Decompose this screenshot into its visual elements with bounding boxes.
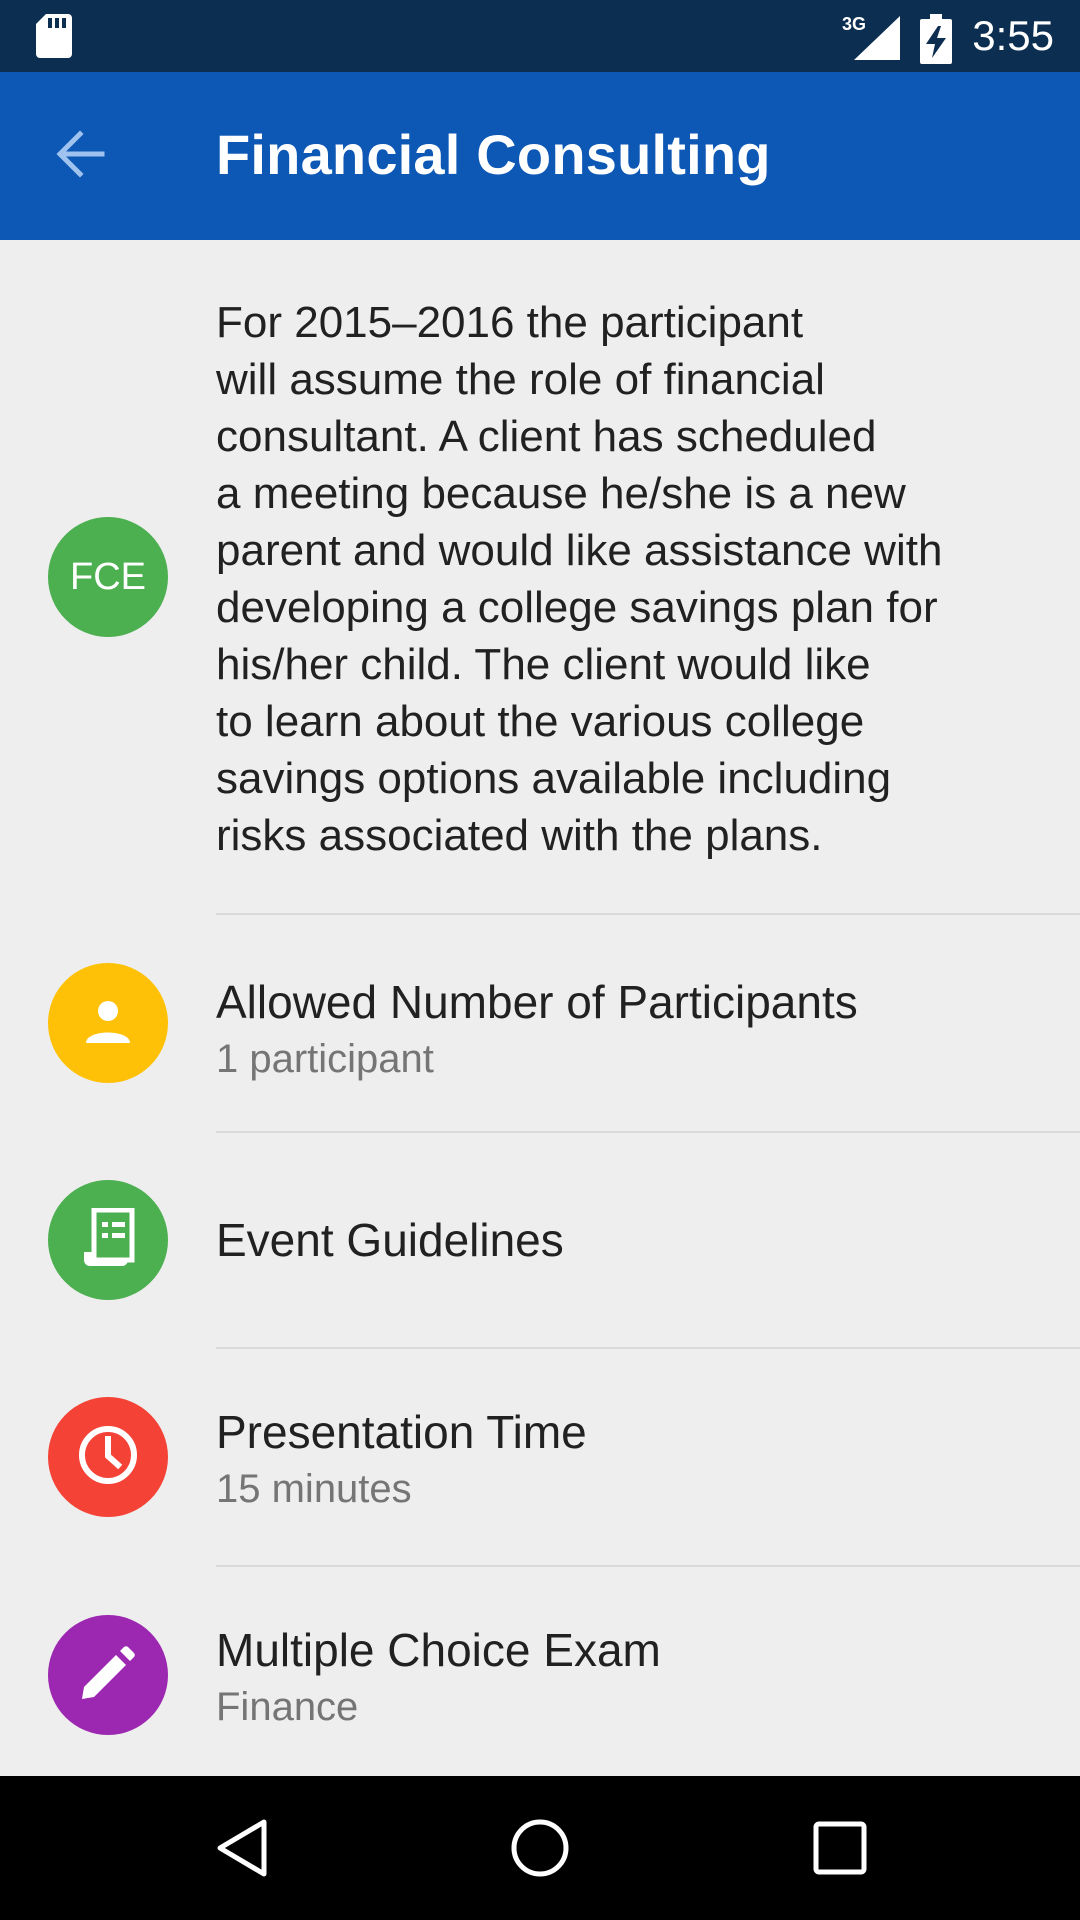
person-icon <box>84 997 132 1050</box>
detail-title: Presentation Time <box>216 1406 587 1458</box>
guidelines-avatar <box>48 1180 168 1300</box>
detail-row-presentation-time[interactable]: Presentation Time 15 minutes <box>0 1349 1080 1565</box>
status-bar: 3G 3:55 <box>0 0 1080 72</box>
pencil-icon <box>78 1643 138 1708</box>
detail-title: Event Guidelines <box>216 1214 564 1266</box>
home-circle-icon[interactable] <box>510 1818 570 1883</box>
detail-row-guidelines[interactable]: Event Guidelines <box>0 1133 1080 1347</box>
battery-charging-icon <box>920 14 952 69</box>
detail-subtitle: 15 minutes <box>216 1467 412 1511</box>
event-details: FCE For 2015–2016 the participant will a… <box>0 240 1080 1776</box>
recents-square-icon[interactable] <box>812 1818 868 1883</box>
detail-title: Multiple Choice Exam <box>216 1624 661 1676</box>
detail-subtitle: Finance <box>216 1685 359 1729</box>
sd-card-icon <box>36 14 72 63</box>
back-triangle-icon[interactable] <box>214 1818 270 1883</box>
event-badge-label: FCE <box>70 555 146 598</box>
back-button[interactable] <box>44 120 116 192</box>
event-description-row: FCE For 2015–2016 the participant will a… <box>0 240 1080 913</box>
detail-subtitle: 1 participant <box>216 1037 434 1081</box>
time-avatar <box>48 1397 168 1517</box>
status-clock: 3:55 <box>972 12 1054 59</box>
clock-icon <box>76 1423 140 1492</box>
event-description: For 2015–2016 the participant will assum… <box>216 298 943 860</box>
document-icon <box>80 1207 136 1273</box>
detail-row-participants[interactable]: Allowed Number of Participants 1 partici… <box>0 915 1080 1131</box>
detail-title: Allowed Number of Participants <box>216 976 858 1028</box>
event-badge: FCE <box>48 517 168 637</box>
exam-avatar <box>48 1615 168 1735</box>
signal-icon <box>852 16 906 67</box>
system-nav-bar <box>0 1776 1080 1920</box>
page-title: Financial Consulting <box>216 123 771 186</box>
participants-avatar <box>48 963 168 1083</box>
app-bar: Financial Consulting <box>0 72 1080 240</box>
detail-row-exam[interactable]: Multiple Choice Exam Finance <box>0 1567 1080 1776</box>
arrow-back-icon <box>54 128 106 185</box>
